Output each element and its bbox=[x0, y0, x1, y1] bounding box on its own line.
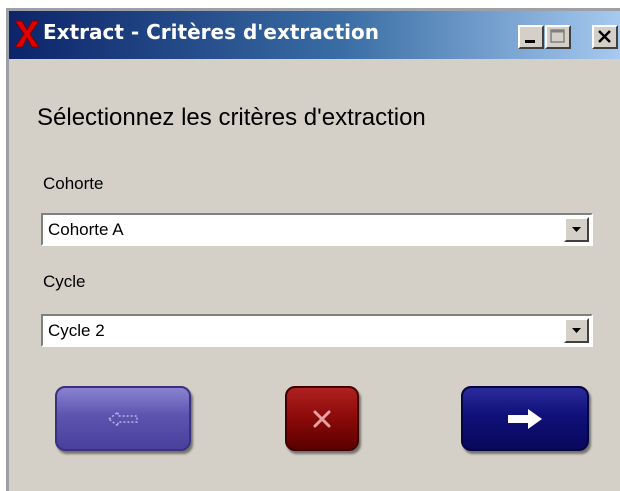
arrow-right-icon bbox=[508, 408, 542, 429]
maximize-icon bbox=[550, 29, 565, 43]
cohorte-dropdown-button[interactable] bbox=[564, 217, 589, 242]
cohorte-selected-value: Cohorte A bbox=[48, 220, 124, 239]
cycle-select[interactable]: Cycle 2 bbox=[41, 314, 593, 347]
cancel-button[interactable] bbox=[285, 386, 359, 451]
window-title: Extract - Critères d'extraction bbox=[43, 20, 380, 44]
x-app-icon[interactable] bbox=[13, 19, 41, 49]
minimize-icon bbox=[525, 40, 535, 43]
back-button[interactable] bbox=[55, 386, 191, 451]
close-button[interactable] bbox=[592, 25, 618, 49]
title-bar[interactable]: Extract - Critères d'extraction bbox=[9, 11, 620, 59]
next-button[interactable] bbox=[461, 386, 589, 451]
minimize-button[interactable] bbox=[518, 25, 544, 49]
form-heading: Sélectionnez les critères d'extraction bbox=[37, 104, 426, 131]
x-icon bbox=[313, 410, 331, 427]
cycle-label: Cycle bbox=[43, 272, 86, 291]
cycle-dropdown-button[interactable] bbox=[564, 318, 589, 343]
chevron-down-icon bbox=[572, 328, 581, 333]
chevron-down-icon bbox=[572, 227, 581, 232]
cohorte-select[interactable]: Cohorte A bbox=[41, 213, 593, 246]
cycle-selected-value: Cycle 2 bbox=[48, 321, 105, 340]
cohorte-label: Cohorte bbox=[43, 174, 104, 193]
maximize-button[interactable] bbox=[545, 25, 571, 49]
arrow-left-icon bbox=[108, 410, 138, 427]
extract-window: Extract - Critères d'extraction Sélectio… bbox=[6, 8, 620, 491]
close-icon bbox=[598, 30, 611, 43]
